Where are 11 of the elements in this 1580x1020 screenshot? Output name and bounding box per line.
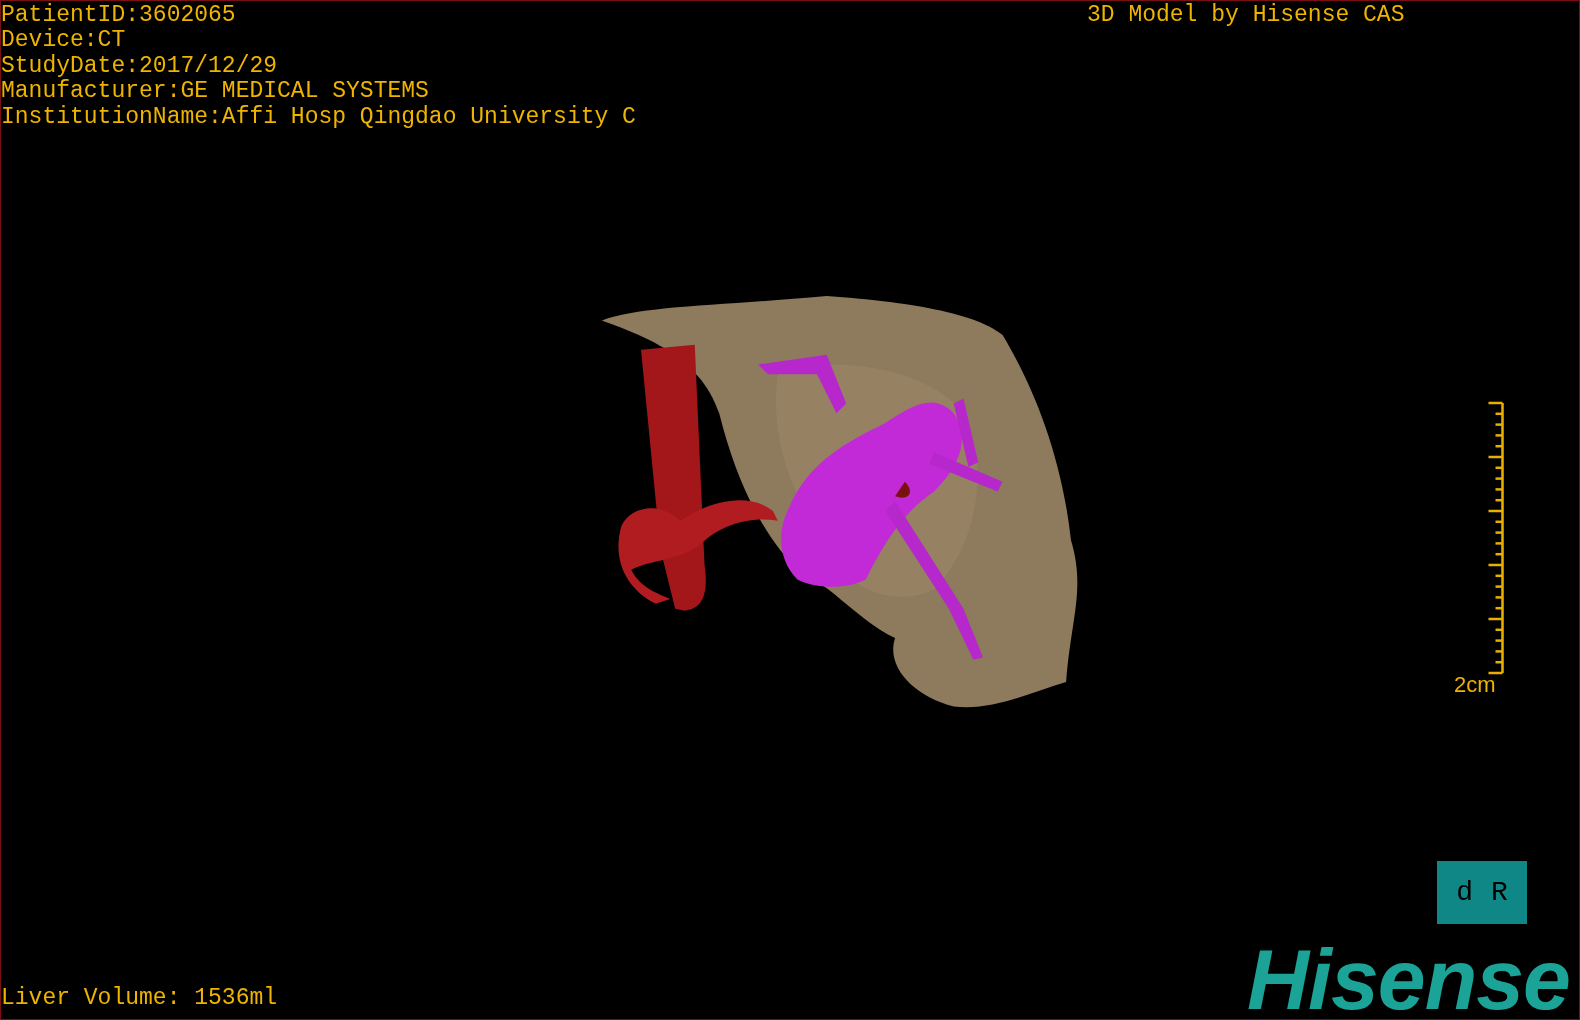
scale-label: 2cm: [1454, 673, 1496, 697]
study-info-line: Manufacturer:GE MEDICAL SYSTEMS: [1, 79, 430, 105]
study-info-line: PatientID:3602065: [1, 3, 237, 28]
model-credit: 3D Model by Hisense CAS: [1087, 3, 1405, 28]
study-info-line: Device:CT: [1, 28, 127, 54]
study-info-line: InstitutionName:Affi Hosp Qingdao University C: [1, 104, 636, 131]
study-info-line: StudyDate:2017/12/29: [1, 53, 279, 79]
liver-volume: Liver Volume: 1536ml: [1, 985, 278, 1011]
orientation-label: R: [1491, 877, 1508, 908]
orientation-label: d: [1456, 877, 1473, 908]
brand-logo: Hisense: [1247, 939, 1570, 1019]
